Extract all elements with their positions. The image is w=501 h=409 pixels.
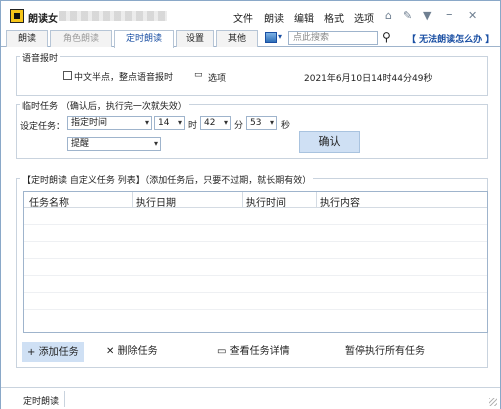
menu-options[interactable]: 选项: [354, 10, 374, 25]
task-type-select[interactable]: 指定时间 ▾: [67, 116, 152, 130]
column-divider: [316, 192, 317, 207]
chevron-down-icon: ▾: [144, 118, 149, 127]
picture-icon[interactable]: [265, 32, 277, 43]
minimize-icon[interactable]: –: [446, 7, 453, 22]
tab-timed-read[interactable]: 定时朗读: [114, 30, 174, 48]
home-icon[interactable]: ⌂: [385, 9, 392, 22]
view-task-details-button[interactable]: ▭ 查看任务详情: [213, 342, 294, 362]
confirm-button[interactable]: 确认: [299, 131, 360, 153]
row-line: [24, 241, 487, 242]
plus-icon: +: [27, 347, 36, 358]
task-table[interactable]: 任务名称 执行日期 执行时间 执行内容: [23, 191, 488, 333]
current-datetime: 2021年6月10日14时44分49秒: [304, 74, 433, 84]
status-text: 定时朗读: [23, 397, 60, 407]
tab-settings[interactable]: 设置: [176, 30, 214, 47]
hour-select[interactable]: 14 ▾: [154, 116, 185, 130]
tab-read[interactable]: 朗读: [6, 30, 48, 47]
pin-icon[interactable]: ✎: [403, 9, 412, 22]
setting-label: 设定任务：: [20, 122, 66, 132]
action-select[interactable]: 提醒 ▾: [67, 137, 161, 151]
shirt-icon[interactable]: ▼: [423, 9, 431, 22]
minute-select[interactable]: 42 ▾: [200, 116, 231, 130]
hour-unit: 时: [188, 121, 198, 131]
second-select[interactable]: 53 ▾: [246, 116, 277, 130]
temp-task-title: 临时任务 （确认后，执行完一次就失效）: [20, 99, 189, 112]
chevron-down-icon: ▾: [269, 118, 274, 127]
options-icon[interactable]: ▭: [194, 70, 203, 80]
row-line: [24, 275, 487, 276]
close-icon[interactable]: ✕: [468, 9, 477, 22]
app-title: 朗读女: [28, 14, 58, 25]
status-bar: 定时朗读: [1, 387, 500, 409]
resize-grip-icon[interactable]: [489, 398, 497, 406]
tab-other[interactable]: 其他: [216, 30, 258, 47]
second-unit: 秒: [281, 121, 291, 131]
main-window: 朗读女 文件 朗读 编辑 格式 选项 ⌂ ✎ ▼ – ✕ 朗读 角色朗读 定时朗…: [0, 0, 501, 409]
help-link[interactable]: 【 无法朗读怎么办 】: [407, 32, 494, 45]
blurred-title-text: [59, 11, 167, 21]
window-icon: ▭: [217, 346, 227, 357]
menu-format[interactable]: 格式: [324, 10, 344, 25]
add-task-button[interactable]: + 添加任务: [22, 342, 84, 362]
pause-all-tasks-button[interactable]: 暂停执行所有任务: [341, 342, 429, 362]
chevron-down-icon: ▾: [223, 118, 228, 127]
menu-file[interactable]: 文件: [233, 10, 253, 25]
search-input[interactable]: 点此搜索: [288, 31, 378, 45]
delete-task-button[interactable]: ✕ 删除任务: [102, 342, 162, 362]
menu-read[interactable]: 朗读: [264, 10, 284, 25]
options-link[interactable]: 选项: [208, 71, 226, 84]
menu-edit[interactable]: 编辑: [294, 10, 314, 25]
title-bar: 朗读女 文件 朗读 编辑 格式 选项 ⌂ ✎ ▼ – ✕: [1, 1, 500, 31]
row-line: [24, 224, 487, 225]
column-divider: [132, 192, 133, 207]
half-hour-checkbox-label: 中文半点，整点语音报时: [74, 73, 174, 83]
column-divider: [242, 192, 243, 207]
half-hour-checkbox[interactable]: [63, 71, 72, 80]
search-icon[interactable]: ⚲: [382, 30, 391, 44]
app-logo-icon: [10, 9, 24, 23]
header-divider: [24, 207, 487, 208]
task-list-title: 【定时朗读 自定义任务 列表】（添加任务后，只要不过期，就长期有效）: [20, 173, 314, 186]
row-line: [24, 258, 487, 259]
delete-icon: ✕: [106, 346, 115, 357]
minute-unit: 分: [234, 121, 244, 131]
chevron-down-icon: ▾: [153, 139, 158, 148]
voice-report-title: 语音报时: [20, 51, 61, 64]
row-line: [24, 309, 487, 310]
status-divider: [64, 391, 65, 407]
chevron-down-icon[interactable]: ▾: [278, 32, 282, 41]
row-line: [24, 292, 487, 293]
tab-role-read[interactable]: 角色朗读: [50, 30, 112, 47]
chevron-down-icon: ▾: [177, 118, 182, 127]
